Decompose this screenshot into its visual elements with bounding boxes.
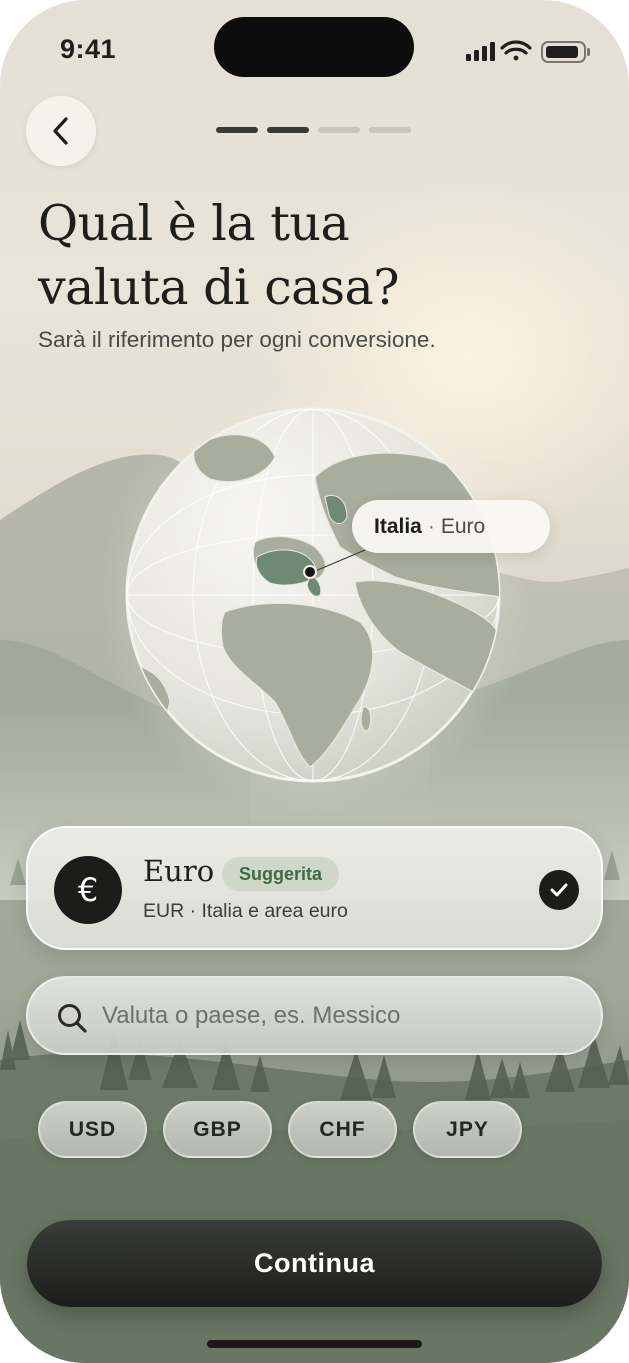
- selected-currency-card[interactable]: € Euro Suggerita EUR · Italia e area eur…: [26, 826, 603, 950]
- progress-step: [267, 127, 309, 133]
- page-subtitle: Sarà il riferimento per ogni conversione…: [38, 327, 436, 352]
- page-title-line2: valuta di casa?: [38, 259, 400, 316]
- signal-icon: [466, 42, 495, 61]
- currency-detail: EUR · Italia e area euro: [143, 900, 348, 922]
- page-title-line1: Qual è la tua: [38, 195, 350, 252]
- tooltip-country: Italia: [374, 514, 422, 538]
- chip-jpy[interactable]: JPY: [413, 1101, 522, 1158]
- tooltip-currency: Euro: [440, 514, 486, 538]
- search-input[interactable]: [102, 996, 572, 1036]
- status-time: 9:41: [60, 34, 117, 64]
- location-pin: [303, 565, 317, 579]
- check-icon: [539, 870, 579, 910]
- chip-usd[interactable]: USD: [38, 1101, 147, 1158]
- progress-step: [369, 127, 411, 133]
- step-progress-indicator: [216, 127, 411, 133]
- progress-step: [216, 127, 258, 133]
- search-icon: [58, 1004, 87, 1033]
- wifi-icon: [500, 40, 532, 61]
- globe-tooltip: Italia · Euro: [352, 500, 550, 553]
- chevron-left-icon: [53, 117, 68, 145]
- globe-illustration: [125, 407, 501, 783]
- chip-chf[interactable]: CHF: [288, 1101, 397, 1158]
- chip-gbp[interactable]: GBP: [163, 1101, 272, 1158]
- status-icons: [464, 38, 594, 66]
- currency-search-bar[interactable]: [26, 976, 603, 1055]
- quick-currency-chips: USD GBP CHF JPY: [38, 1101, 522, 1158]
- back-button[interactable]: [26, 96, 96, 166]
- suggested-badge: Suggerita: [222, 857, 340, 891]
- dynamic-island: [214, 17, 414, 77]
- app-screen: 9:41 Qual è la tua valuta di casa? Sarà …: [0, 0, 629, 1363]
- home-indicator[interactable]: [207, 1340, 422, 1348]
- progress-step: [318, 127, 360, 133]
- currency-name: Euro: [143, 854, 215, 888]
- continue-button[interactable]: Continua: [27, 1220, 602, 1307]
- page-title: Qual è la tua valuta di casa?: [38, 192, 558, 320]
- euro-symbol-icon: €: [54, 856, 122, 924]
- tooltip-separator: ·: [427, 514, 435, 538]
- battery-icon: [541, 41, 590, 63]
